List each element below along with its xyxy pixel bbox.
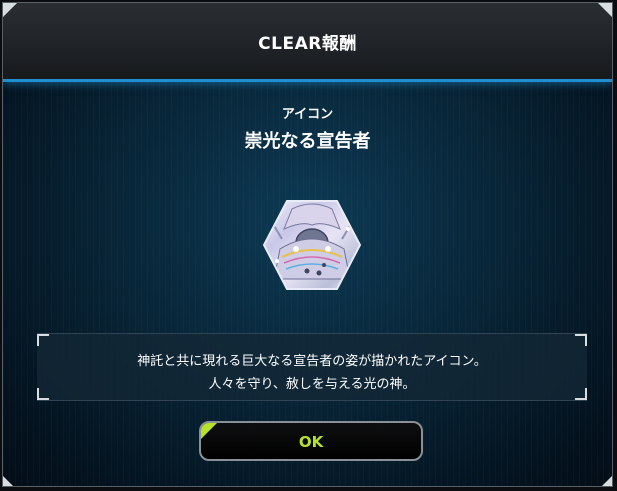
corner-decoration — [602, 476, 612, 486]
ok-button[interactable]: OK — [199, 421, 423, 461]
reward-name: 崇光なる宣告者 — [244, 131, 371, 152]
ok-button-label: OK — [298, 433, 324, 451]
hexagon-card-icon — [262, 199, 362, 291]
reward-dialog: CLEAR報酬 アイコン 崇光なる宣告者 神託と共に現れる巨大なる宣告者の姿が描… — [2, 2, 613, 487]
dialog-header: CLEAR報酬 — [3, 3, 612, 82]
reward-category: アイコン — [281, 107, 334, 122]
description-panel: 神託と共に現れる巨大なる宣告者の姿が描かれたアイコン。 人々を守り、赦しを与える… — [37, 333, 587, 401]
bracket-decoration — [37, 334, 49, 346]
corner-decoration — [3, 3, 17, 17]
bracket-decoration — [575, 334, 587, 346]
corner-decoration — [3, 476, 13, 486]
description-line: 人々を守り、赦しを与える光の神。 — [208, 377, 416, 392]
corner-decoration — [598, 3, 612, 17]
description-line: 神託と共に現れる巨大なる宣告者の姿が描かれたアイコン。 — [137, 354, 487, 369]
dialog-title: CLEAR報酬 — [258, 34, 357, 54]
